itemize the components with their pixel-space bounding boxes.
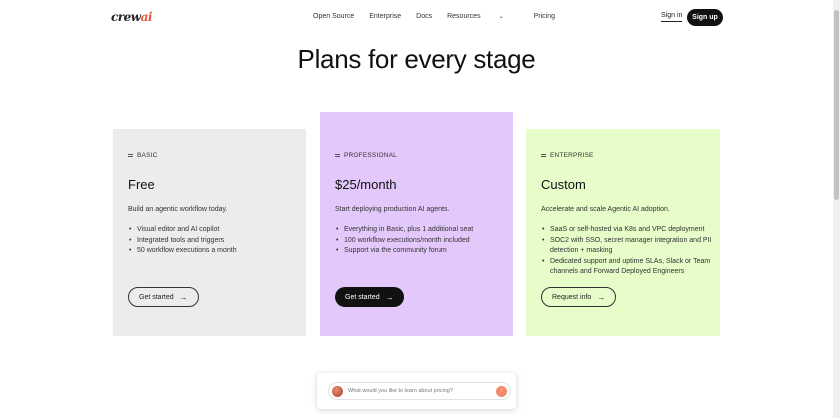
plan-price: $25/month: [335, 177, 397, 192]
plan-card-basic: BASIC Free Build an agentic workflow tod…: [113, 129, 306, 336]
plan-card-enterprise: ENTERPRISE Custom Accelerate and scale A…: [526, 129, 720, 336]
plan-feature: SaaS or self-hosted via K8s and VPC depl…: [542, 225, 720, 236]
send-icon[interactable]: ↑: [496, 385, 507, 397]
plan-tier: ENTERPRISE: [541, 152, 594, 159]
nav-link-pricing[interactable]: Pricing: [534, 13, 555, 20]
plan-features: Visual editor and AI copilot Integrated …: [129, 225, 307, 257]
plan-card-professional: PROFESSIONAL $25/month Start deploying p…: [320, 112, 513, 336]
request-info-button[interactable]: Request info →: [541, 287, 617, 307]
nav-link-docs[interactable]: Docs: [416, 13, 432, 20]
button-label: Get started: [139, 293, 174, 301]
plan-tier-label: BASIC: [137, 152, 158, 159]
plan-tier-label: PROFESSIONAL: [344, 152, 397, 159]
plan-tier: BASIC: [128, 152, 158, 159]
scrollbar[interactable]: [833, 0, 840, 418]
plan-description: Build an agentic workflow today.: [128, 206, 228, 213]
plan-feature: Support via the community forum: [336, 246, 514, 257]
nav-link-resources-label: Resources: [447, 13, 481, 20]
scrollbar-thumb[interactable]: [834, 10, 839, 200]
nav-link-enterprise[interactable]: Enterprise: [369, 13, 401, 20]
plan-features: SaaS or self-hosted via K8s and VPC depl…: [542, 225, 720, 278]
nav-link-open-source[interactable]: Open Source: [313, 13, 354, 20]
crewai-logo[interactable]: crewai: [111, 10, 152, 24]
arrow-right-icon: →: [179, 292, 188, 302]
arrow-right-icon: →: [385, 292, 394, 302]
plan-description: Start deploying production AI agents.: [335, 206, 450, 213]
page-title: Plans for every stage: [297, 44, 536, 74]
plan-feature: Integrated tools and triggers: [129, 236, 307, 247]
plan-price: Custom: [541, 177, 586, 192]
plan-feature: Everything in Basic, plus 1 additional s…: [336, 225, 514, 236]
plan-feature: Visual editor and AI copilot: [129, 225, 307, 236]
logo-text: crew: [111, 10, 141, 24]
nav-links: Open Source Enterprise Docs Resources ⌄ P…: [313, 13, 570, 20]
plan-feature: Dedicated support and uptime SLAs, Slack…: [542, 257, 720, 278]
plan-tier-label: ENTERPRISE: [550, 152, 594, 159]
tier-lines-icon: [128, 154, 133, 157]
tier-lines-icon: [541, 154, 546, 157]
signin-link[interactable]: Sign in: [661, 12, 683, 22]
top-nav: crewai Open Source Enterprise Docs Resou…: [0, 0, 833, 36]
nav-link-resources[interactable]: Resources ⌄: [447, 13, 519, 20]
plan-feature: SOC2 with SSO, secret manager integratio…: [542, 236, 720, 257]
logo-accent-text: ai: [140, 10, 153, 24]
signup-button[interactable]: Sign up: [687, 9, 723, 26]
plan-description: Accelerate and scale Agentic AI adoption…: [541, 206, 670, 213]
tier-lines-icon: [335, 154, 340, 157]
get-started-button[interactable]: Get started →: [335, 287, 404, 307]
button-label: Request info: [552, 293, 592, 301]
get-started-button[interactable]: Get started →: [128, 287, 199, 307]
button-label: Get started: [345, 293, 380, 301]
arrow-right-icon: →: [597, 292, 606, 302]
chat-placeholder: What would you like to learn about prici…: [348, 388, 453, 394]
chat-input[interactable]: What would you like to learn about prici…: [328, 382, 511, 400]
plan-features: Everything in Basic, plus 1 additional s…: [336, 225, 514, 257]
chevron-down-icon: ⌄: [498, 14, 504, 20]
plan-feature: 50 workflow executions a month: [129, 246, 307, 257]
plan-tier: PROFESSIONAL: [335, 152, 397, 159]
avatar: [332, 385, 343, 397]
chat-widget: What would you like to learn about prici…: [317, 373, 516, 409]
plan-price: Free: [128, 177, 155, 192]
plan-feature: 100 workflow executions/month included: [336, 236, 514, 247]
